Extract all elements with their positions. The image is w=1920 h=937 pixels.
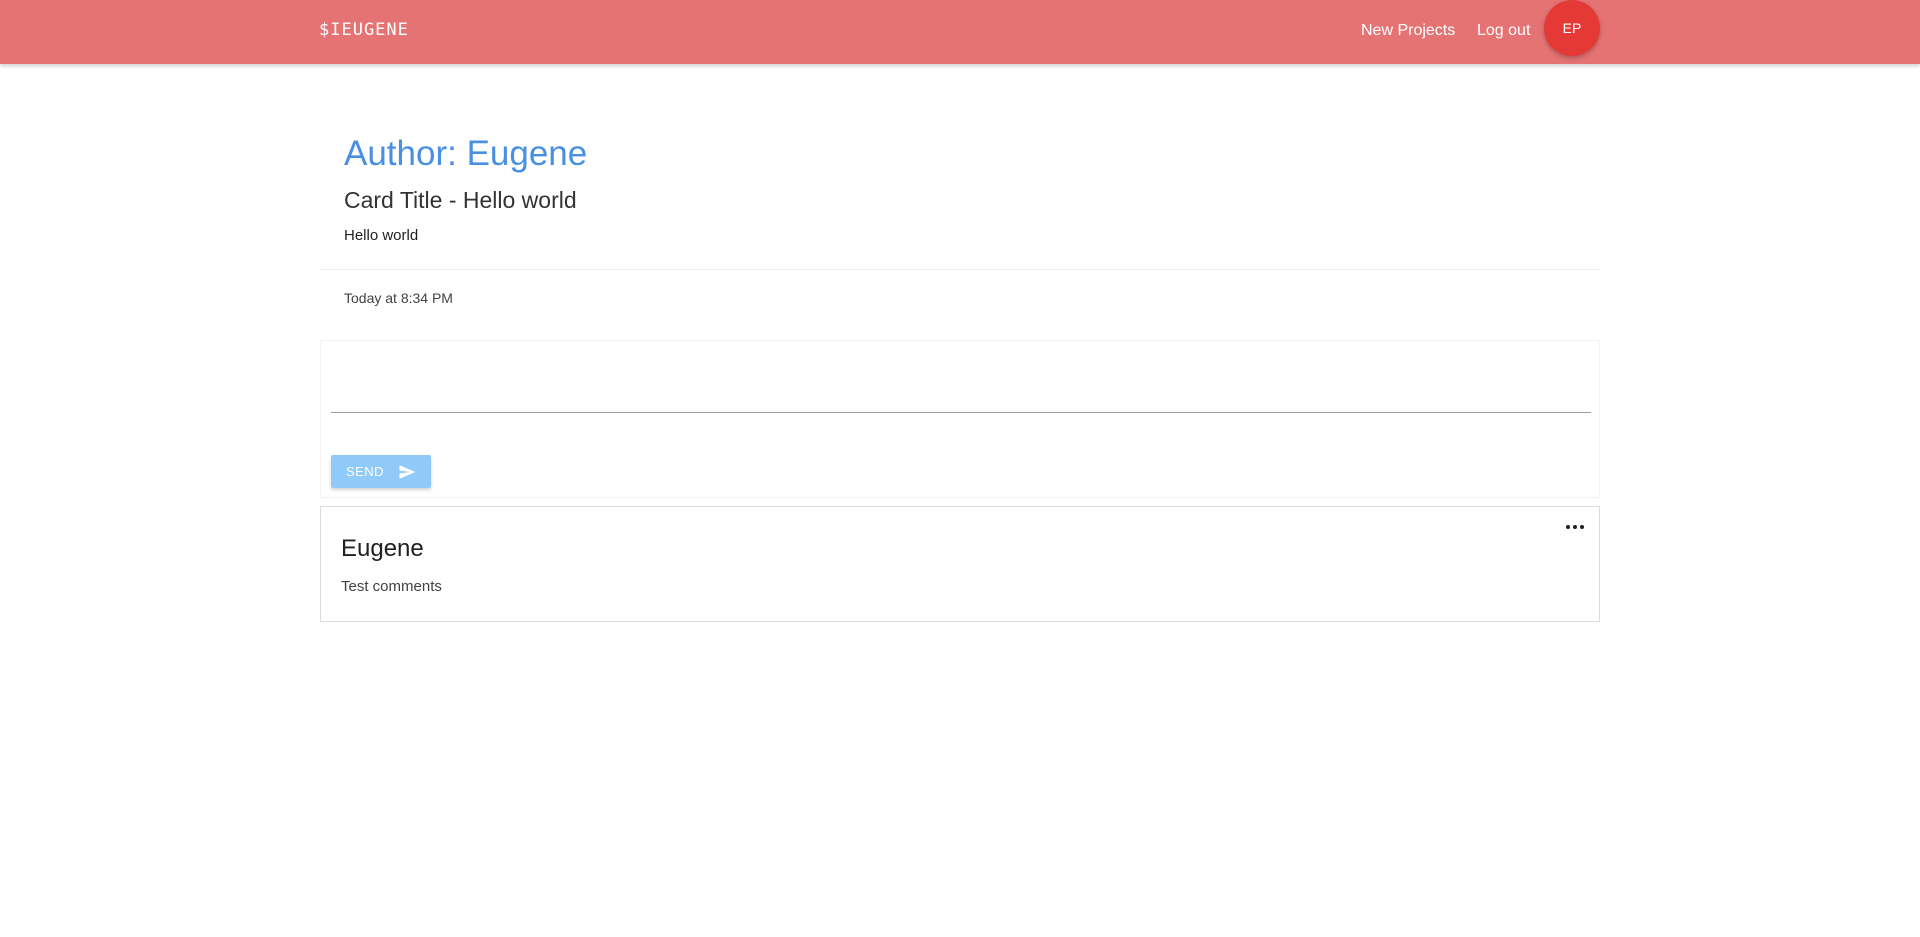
comment-form: SEND xyxy=(320,340,1600,498)
avatar-initials: EP xyxy=(1562,20,1582,36)
post-timestamp: Today at 8:34 PM xyxy=(344,290,453,306)
menu-dot xyxy=(1573,525,1577,529)
send-button[interactable]: SEND xyxy=(331,455,431,488)
more-horizontal-icon[interactable] xyxy=(1563,519,1587,535)
comment-author: Eugene xyxy=(341,535,424,562)
menu-dot xyxy=(1566,525,1570,529)
new-projects-link[interactable]: New Projects xyxy=(1361,22,1455,40)
card-divider xyxy=(320,269,1600,270)
card-title: Card Title - Hello world xyxy=(344,187,577,213)
brand-logo[interactable]: $IEUGENE xyxy=(319,20,409,40)
author-heading: Author: Eugene xyxy=(344,134,588,173)
logout-link[interactable]: Log out xyxy=(1477,22,1530,40)
comment-item: Eugene Test comments xyxy=(320,506,1600,622)
comment-text: Test comments xyxy=(341,578,442,595)
post-card: Author: Eugene Card Title - Hello world … xyxy=(320,110,1600,333)
top-navbar: $IEUGENE New Projects Log out EP xyxy=(0,0,1920,64)
card-body-text: Hello world xyxy=(344,227,419,244)
comment-input[interactable] xyxy=(331,371,1591,413)
user-avatar-button[interactable]: EP xyxy=(1544,0,1600,56)
send-icon xyxy=(399,464,416,479)
menu-dot xyxy=(1580,525,1584,529)
send-button-label: SEND xyxy=(345,464,385,479)
